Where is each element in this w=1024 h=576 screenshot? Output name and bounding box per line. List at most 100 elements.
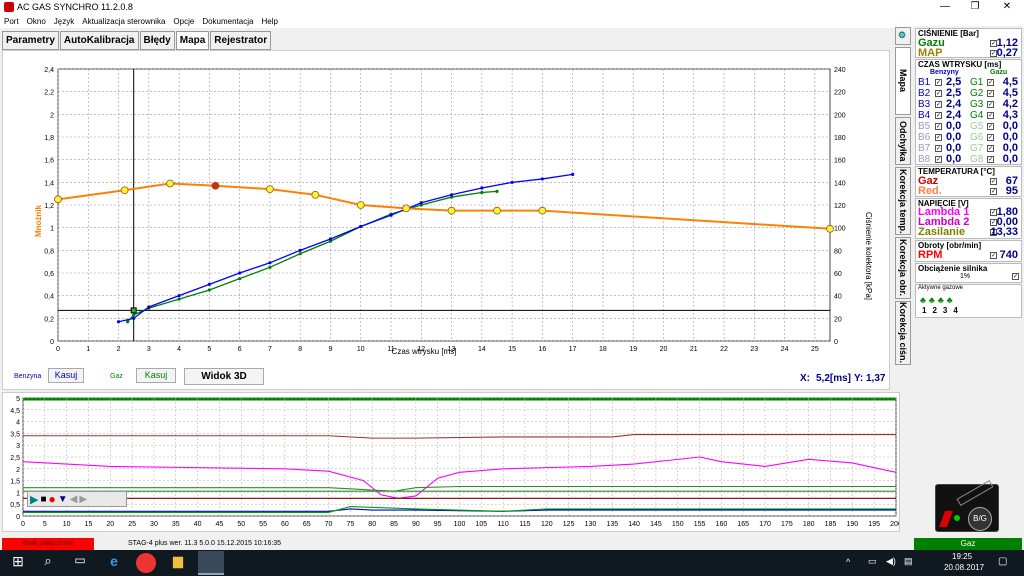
gas-injector-checkbox[interactable]: ✓ <box>987 101 994 108</box>
kasuj-petrol-button[interactable]: Kasuj <box>48 368 84 383</box>
back-icon[interactable]: ◀ <box>70 494 78 505</box>
voltage-section: NAPIĘCIE [V] Lambda 1 ✓ 1,80 Lambda 2 ✓ 0,00… <box>915 198 1022 239</box>
gas-injector-label: G5 <box>970 121 984 132</box>
close-button[interactable]: ✕ <box>992 0 1022 15</box>
recorder-x-tick: 20 <box>106 521 114 528</box>
menu-dokumentacja[interactable]: Dokumentacja <box>198 15 257 28</box>
kasuj-gas-button[interactable]: Kasuj <box>136 368 176 383</box>
petrol-injector-checkbox[interactable]: ✓ <box>935 112 942 119</box>
gas-injector-checkbox[interactable]: ✓ <box>987 123 994 130</box>
gas-injector-checkbox[interactable]: ✓ <box>987 112 994 119</box>
vtab-korekcja-cisn[interactable]: Korekcja ciśn. <box>895 301 911 365</box>
network-icon[interactable]: ▭ <box>868 556 877 567</box>
map-x-tick: 18 <box>599 346 607 353</box>
vtab-korekcja-obr[interactable]: Korekcja obr. <box>895 237 911 299</box>
tab-mapa[interactable]: Mapa <box>175 31 210 50</box>
petrol-injector-checkbox[interactable]: ✓ <box>935 145 942 152</box>
petrol-injector-checkbox[interactable]: ✓ <box>935 156 942 163</box>
gas-injector-checkbox[interactable]: ✓ <box>987 134 994 141</box>
widok-3d-button[interactable]: Widok 3D <box>184 368 264 385</box>
keyboard-icon[interactable]: ▤ <box>904 556 913 567</box>
tab-parametry[interactable]: Parametry <box>2 31 59 50</box>
play-icon[interactable]: ▶ <box>30 493 38 506</box>
tab-rejestrator[interactable]: Rejestrator <box>210 31 272 50</box>
map-ylabel: Mnożnik <box>34 204 43 237</box>
map-y2-tick: 80 <box>834 248 842 255</box>
menu-bar: Port Okno Język Aktualizacja sterownika … <box>0 15 1024 28</box>
cursor-y-value: 1,37 <box>866 373 886 384</box>
volume-icon[interactable]: ◀) <box>886 556 896 567</box>
recorder-chart[interactable]: 0 5 10 15 20 25 30 35 40 45 50 55 60 65 70 75 80 85 90 95 10… <box>3 393 902 531</box>
petrol-injector-checkbox[interactable]: ✓ <box>935 90 942 97</box>
recorder-x-tick: 85 <box>390 521 398 528</box>
gas-injector-checkbox[interactable]: ✓ <box>987 156 994 163</box>
injector-icon: ♣ <box>937 295 944 305</box>
map-x-tick: 23 <box>750 346 758 353</box>
acgas-taskbar-icon[interactable] <box>198 551 224 575</box>
tab-bledy[interactable]: Błędy <box>139 31 175 50</box>
maximize-button[interactable]: ❐ <box>960 0 990 15</box>
vtab-odchylka[interactable]: Odchyłka <box>895 117 911 165</box>
petrol-injector-checkbox[interactable]: ✓ <box>935 101 942 108</box>
tab-autokalibracja[interactable]: AutoKalibracja <box>59 31 139 50</box>
recorder-x-tick: 100 <box>454 521 466 528</box>
menu-aktualizacja[interactable]: Aktualizacja sterownika <box>78 15 169 28</box>
forward-icon[interactable]: ▶ <box>79 494 87 505</box>
stop-icon[interactable]: ■ <box>40 494 46 505</box>
map-x-tick: 9 <box>329 346 333 353</box>
gas-injector-checkbox[interactable]: ✓ <box>987 79 994 86</box>
right-panel: CIŚNIENIE [Bar] Gazu ✓ 1,12 MAP ✓ 0,27 CZAS … <box>913 26 1024 536</box>
menu-opcje[interactable]: Opcje <box>169 15 198 28</box>
fuel-status: Gaz <box>914 538 1022 550</box>
gas-injector-checkbox[interactable]: ✓ <box>987 145 994 152</box>
record-icon[interactable]: ● <box>49 492 56 506</box>
chrome-icon[interactable] <box>136 553 156 573</box>
folder-icon[interactable]: ▆ <box>168 553 188 573</box>
gas-temp-checkbox[interactable]: ✓ <box>990 178 997 185</box>
search-icon[interactable]: ⌕ <box>38 553 58 573</box>
petrol-injector-checkbox[interactable]: ✓ <box>935 134 942 141</box>
recorder-y-tick: 0,5 <box>10 502 20 509</box>
bg-button[interactable]: B/G <box>968 507 992 531</box>
windows-start-icon[interactable]: ⊞ <box>8 553 28 573</box>
map-point-multiplier <box>402 204 411 213</box>
filter-icon[interactable]: ▼ <box>58 494 68 505</box>
map-x-tick: 21 <box>690 346 698 353</box>
map-x-tick: 19 <box>629 346 637 353</box>
minimize-button[interactable]: — <box>930 0 960 15</box>
vtab-korekcja-temp[interactable]: Korekcja temp. <box>895 167 911 235</box>
vtab-icon[interactable]: ⚙ <box>895 27 911 45</box>
map-point-multiplier <box>311 190 320 199</box>
task-view-icon[interactable]: ▭ <box>70 553 90 573</box>
petrol-injector-checkbox[interactable]: ✓ <box>935 123 942 130</box>
connection-status: Brak połączenia <box>2 538 94 550</box>
injection-section: CZAS WTRYSKU [ms] Benzyny Gazu B1 ✓ 2,5 G1 ✓… <box>915 59 1022 165</box>
menu-jezyk[interactable]: Język <box>50 15 78 28</box>
pressure-section: CIŚNIENIE [Bar] Gazu ✓ 1,12 MAP ✓ 0,27 <box>915 28 1022 59</box>
recorder-x-tick: 165 <box>737 521 749 528</box>
menu-okno[interactable]: Okno <box>23 15 50 28</box>
recorder-x-tick: 50 <box>237 521 245 528</box>
map-point-gas <box>480 190 484 195</box>
supply-label: Zasilanie <box>918 226 966 238</box>
map-point-petrol <box>510 180 514 184</box>
fuel-switch[interactable]: B/G <box>935 480 999 532</box>
gas-injector-checkbox[interactable]: ✓ <box>987 90 994 97</box>
notification-icon[interactable]: ▢ <box>998 556 1007 567</box>
recorder-x-tick: 95 <box>434 521 442 528</box>
rpm-checkbox[interactable]: ✓ <box>990 252 997 259</box>
load-checkbox[interactable]: ✓ <box>1012 273 1019 280</box>
red-temp-checkbox[interactable]: ✓ <box>990 188 997 195</box>
tray-chevron-icon[interactable]: ^ <box>846 557 850 567</box>
map-chart[interactable]: 0 1 2 3 4 5 6 7 8 9 10 11 12 13 14 15 16 17 18 19 20 21 22 23 24… <box>3 51 889 389</box>
recorder-x-tick: 60 <box>281 521 289 528</box>
vtab-mapa[interactable]: Mapa <box>895 47 911 115</box>
menu-help[interactable]: Help <box>257 15 281 28</box>
recorder-y-tick: 1,5 <box>10 479 20 486</box>
recorder-x-tick: 40 <box>194 521 202 528</box>
edge-icon[interactable]: e <box>104 553 124 573</box>
gas-injector-label: G8 <box>970 154 984 165</box>
menu-port[interactable]: Port <box>0 15 23 28</box>
petrol-injector-checkbox[interactable]: ✓ <box>935 79 942 86</box>
recorder-x-tick: 130 <box>585 521 597 528</box>
